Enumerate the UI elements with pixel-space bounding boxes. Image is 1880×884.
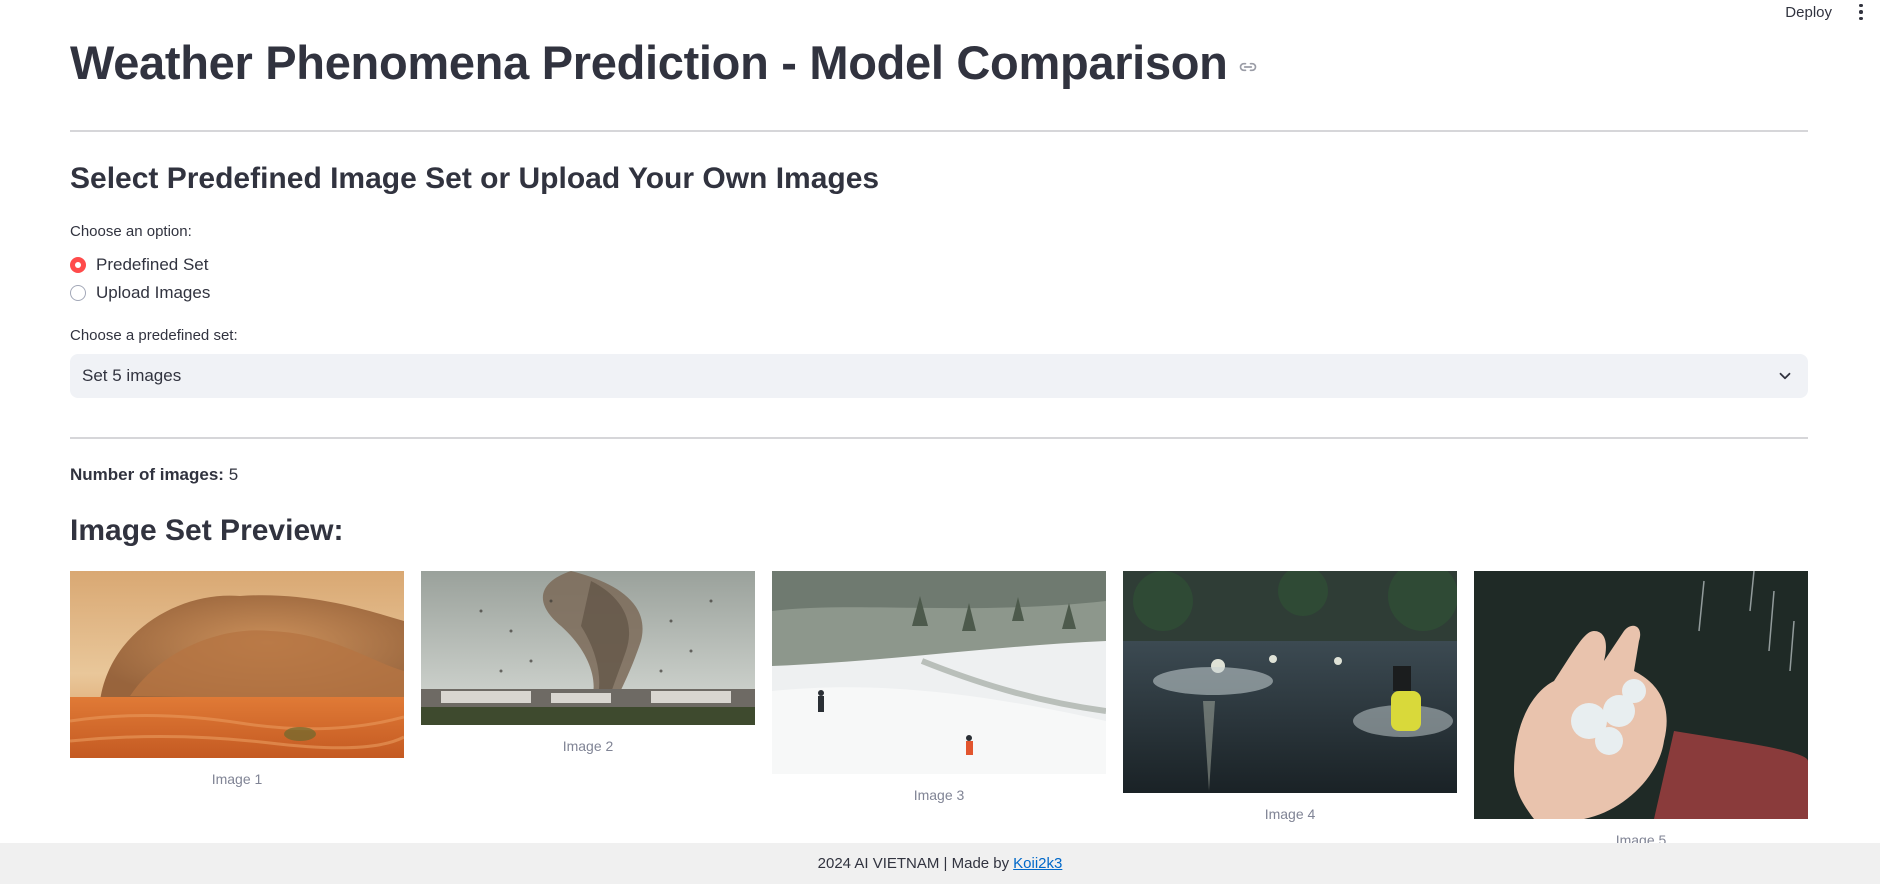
radio-label: Predefined Set [96,255,209,274]
image-caption: Image 4 [1264,806,1316,822]
predefined-set-select[interactable]: Set 5 images [70,354,1808,398]
preview-image-flood [1123,571,1457,793]
radio-checked-icon[interactable] [70,257,86,273]
preview-image-hail [1474,571,1808,819]
image-caption: Image 3 [913,787,965,803]
preview-image-snow [772,571,1106,774]
footer-text: 2024 AI VIETNAM | Made by [817,855,1010,872]
image-card: Image 2 [421,571,755,754]
app-toolbar: Deploy [1785,0,1880,24]
footer: 2024 AI VIETNAM | Made by Koii2k3 [0,843,1880,884]
kebab-menu-icon[interactable] [1850,1,1872,23]
preview-image-tornado [421,571,755,725]
deploy-button[interactable]: Deploy [1785,4,1832,21]
option-label: Choose an option: [70,223,192,240]
divider [70,130,1808,132]
image-caption: Image 2 [562,738,614,754]
radio-label: Upload Images [96,283,211,302]
image-count-value: 5 [228,465,239,484]
image-gallery: Image 1 Image 2 Image 3 Image 4 Image 5 [70,571,1808,848]
title-row: Weather Phenomena Prediction - Model Com… [70,30,1258,96]
radio-upload-images[interactable]: Upload Images [70,283,210,303]
radio-predefined-set[interactable]: Predefined Set [70,255,208,275]
radio-unchecked-icon[interactable] [70,285,86,301]
predefined-set-label: Choose a predefined set: [70,327,238,344]
select-value: Set 5 images [82,366,182,385]
preview-image-sandstorm [70,571,404,758]
image-card: Image 5 [1474,571,1808,848]
image-count-label: Number of images: [70,465,224,484]
image-count: Number of images: 5 [70,465,238,485]
image-card: Image 1 [70,571,404,787]
image-card: Image 4 [1123,571,1457,822]
chevron-down-icon[interactable] [1776,367,1794,385]
footer-author-link[interactable]: Koii2k3 [1013,855,1062,872]
preview-heading: Image Set Preview: [70,514,344,547]
image-card: Image 3 [772,571,1106,803]
divider [70,437,1808,439]
page-title: Weather Phenomena Prediction - Model Com… [70,36,1228,89]
link-icon[interactable] [1238,57,1258,77]
image-caption: Image 1 [211,771,263,787]
section-heading: Select Predefined Image Set or Upload Yo… [70,162,880,195]
